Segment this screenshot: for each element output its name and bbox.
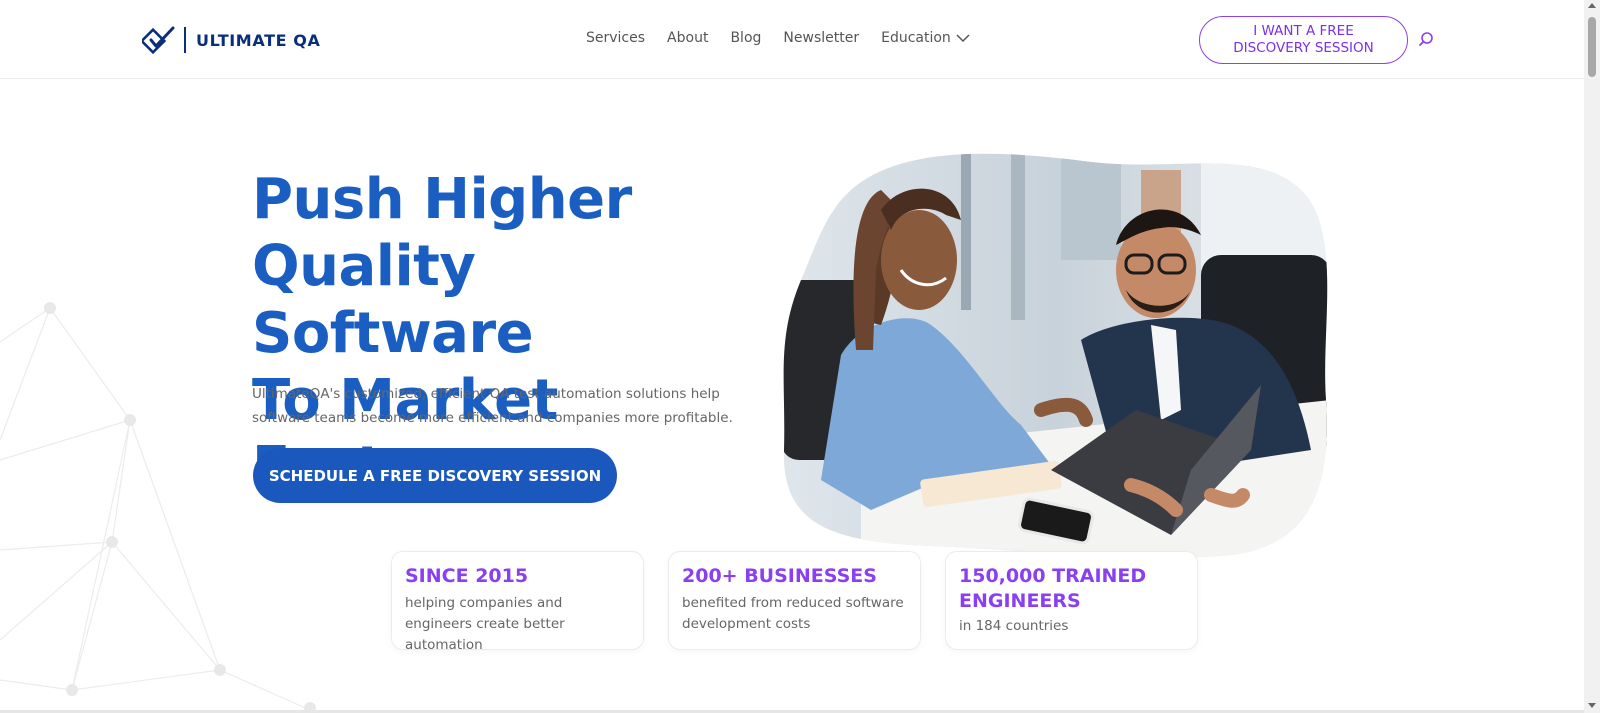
scroll-thumb[interactable] [1588,17,1596,77]
hero-description: UltimateQA's customized, efficient QA te… [252,386,733,426]
nav-blog[interactable]: Blog [730,30,761,46]
stat-description: in 184 countries [959,618,1069,634]
scroll-down-arrow-icon[interactable] [1588,703,1596,708]
stat-card-engineers: 150,000 TRAINED ENGINEERS in 184 countri… [945,551,1198,650]
search-icon [1419,32,1433,46]
main-nav: Services About Blog Newsletter Education [586,30,992,46]
chevron-down-icon [956,33,970,42]
nav-about-label: About [667,30,709,46]
logo-divider [184,27,186,53]
stat-card-businesses: 200+ BUSINESSES benefited from reduced s… [668,551,921,650]
nav-services-label: Services [586,30,646,46]
logo-text: ULTIMATE QA [196,30,321,50]
stat-title: 200+ BUSINESSES [682,565,877,587]
nav-services[interactable]: Services [586,30,645,46]
nav-newsletter[interactable]: Newsletter [783,30,859,46]
stat-title: 150,000 TRAINED ENGINEERS [959,565,1147,612]
logo[interactable]: ULTIMATE QA [142,25,320,55]
checkmark-logo-icon [142,26,175,55]
hero-title-line-2: Quality Software [252,234,534,366]
stat-card-since: SINCE 2015 helping companies and enginee… [391,551,644,653]
schedule-discovery-button-label: SCHEDULE A FREE DISCOVERY SESSION [268,466,602,485]
nav-education[interactable]: Education [881,30,970,46]
site-header: ULTIMATE QA Services About Blog Newslett… [0,0,1584,79]
nav-education-label: Education [881,30,951,46]
schedule-discovery-button[interactable]: SCHEDULE A FREE DISCOVERY SESSION [253,448,617,503]
header-discovery-button-label: I WANT A FREE DISCOVERY SESSION [1233,23,1374,56]
nav-newsletter-label: Newsletter [783,30,860,46]
nav-blog-label: Blog [730,30,762,46]
stat-description: benefited from reduced software developm… [682,595,904,632]
search-button[interactable] [1417,31,1435,49]
stat-title: SINCE 2015 [405,565,529,587]
header-discovery-button[interactable]: I WANT A FREE DISCOVERY SESSION [1199,16,1408,64]
stat-description: helping companies and engineers create b… [405,595,565,653]
scroll-up-arrow-icon[interactable] [1588,3,1596,8]
hero-title-line-1: Push Higher [252,167,632,232]
page-scrollbar[interactable] [1584,0,1600,713]
nav-about[interactable]: About [667,30,708,46]
team-photo-image [783,153,1328,558]
